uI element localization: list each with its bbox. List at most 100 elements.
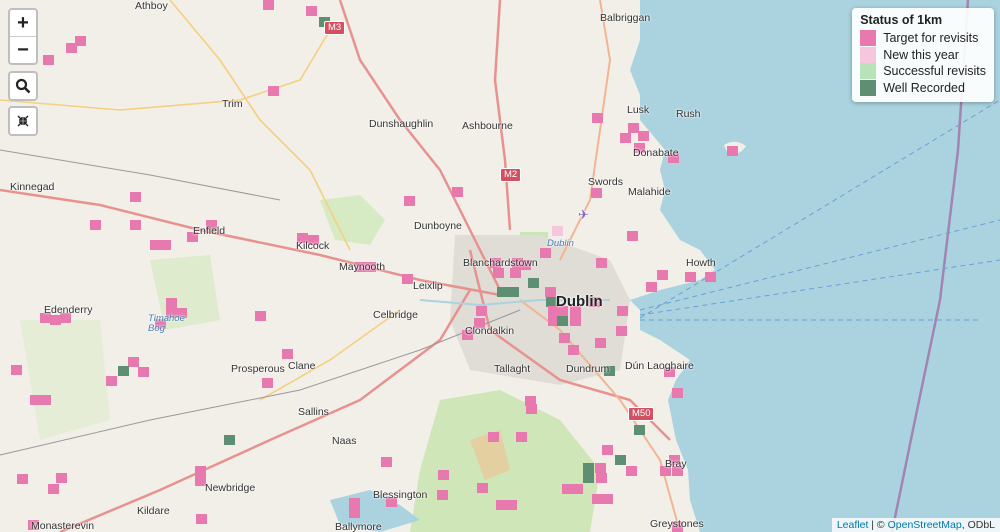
record-cell-target[interactable] <box>262 378 273 388</box>
record-cell-target[interactable] <box>381 457 392 467</box>
place-athboy: Athboy <box>135 0 168 12</box>
record-cell-target[interactable] <box>11 365 22 375</box>
record-cell-target[interactable] <box>626 466 637 476</box>
record-cell-well[interactable] <box>528 278 539 288</box>
record-cell-target[interactable] <box>106 376 117 386</box>
record-cell-target[interactable] <box>627 231 638 241</box>
record-cell-target[interactable] <box>592 113 603 123</box>
leaflet-link[interactable]: Leaflet <box>837 519 869 531</box>
record-cell-target[interactable] <box>562 484 573 494</box>
place-rush: Rush <box>676 108 701 120</box>
record-cell-target[interactable] <box>616 326 627 336</box>
record-cell-target[interactable] <box>488 432 499 442</box>
place-newbridge: Newbridge <box>205 482 256 494</box>
record-cell-target[interactable] <box>437 490 448 500</box>
record-cell-well[interactable] <box>508 287 519 297</box>
record-cell-target[interactable] <box>727 146 738 156</box>
reset-view-button[interactable] <box>10 108 36 134</box>
record-cell-target[interactable] <box>130 192 141 202</box>
record-cell-target[interactable] <box>66 43 77 53</box>
record-cell-well[interactable] <box>634 425 645 435</box>
record-cell-target[interactable] <box>526 404 537 414</box>
record-cell-target[interactable] <box>268 86 279 96</box>
record-cell-target[interactable] <box>48 484 59 494</box>
record-cell-target[interactable] <box>591 188 602 198</box>
record-cell-target[interactable] <box>476 306 487 316</box>
legend-swatch-well-recorded <box>860 79 877 96</box>
record-cell-well[interactable] <box>224 435 235 445</box>
record-cell-target[interactable] <box>493 268 504 278</box>
record-cell-target[interactable] <box>540 248 551 258</box>
place-monasterevin: Monasterevin <box>31 520 95 532</box>
record-cell-well[interactable] <box>615 455 626 465</box>
search-button[interactable] <box>10 73 36 99</box>
record-cell-target[interactable] <box>477 483 488 493</box>
place-tallaght: Tallaght <box>494 363 531 375</box>
record-cell-target[interactable] <box>195 466 206 476</box>
record-cell-well[interactable] <box>497 287 508 297</box>
record-cell-new[interactable] <box>552 226 563 236</box>
record-cell-target[interactable] <box>90 220 101 230</box>
record-cell-target[interactable] <box>160 240 171 250</box>
record-cell-well[interactable] <box>118 366 129 376</box>
record-cell-target[interactable] <box>568 345 579 355</box>
record-cell-target[interactable] <box>516 432 527 442</box>
place-blessington: Blessington <box>373 489 428 501</box>
record-cell-target[interactable] <box>657 270 668 280</box>
record-cell-target[interactable] <box>572 484 583 494</box>
record-cell-target[interactable] <box>404 196 415 206</box>
record-cell-target[interactable] <box>196 514 207 524</box>
record-cell-target[interactable] <box>559 333 570 343</box>
zoom-in-button[interactable]: + <box>10 10 36 36</box>
record-cell-target[interactable] <box>602 445 613 455</box>
record-cell-target[interactable] <box>43 55 54 65</box>
record-cell-target[interactable] <box>596 473 607 483</box>
record-cell-target[interactable] <box>438 470 449 480</box>
record-cell-target[interactable] <box>638 131 649 141</box>
legend-label: Target for revisits <box>883 31 979 46</box>
legend-item-successful: Successful revisits <box>860 63 986 80</box>
record-cell-target[interactable] <box>595 463 606 473</box>
place-trim: Trim <box>222 98 243 110</box>
record-cell-target[interactable] <box>282 349 293 359</box>
record-cell-well[interactable] <box>583 473 594 483</box>
osm-link[interactable]: OpenStreetMap <box>888 519 962 531</box>
record-cell-well[interactable] <box>557 316 568 326</box>
place-clane: Clane <box>288 360 316 372</box>
record-cell-target[interactable] <box>672 388 683 398</box>
search-icon <box>15 78 31 94</box>
record-cell-target[interactable] <box>617 306 628 316</box>
place-maynooth: Maynooth <box>339 261 386 273</box>
record-cell-target[interactable] <box>545 287 556 297</box>
record-cell-target[interactable] <box>138 367 149 377</box>
record-cell-target[interactable] <box>506 500 517 510</box>
record-cell-target[interactable] <box>646 282 657 292</box>
record-cell-target[interactable] <box>510 268 521 278</box>
place-sallins: Sallins <box>298 406 329 418</box>
record-cell-target[interactable] <box>128 357 139 367</box>
record-cell-target[interactable] <box>452 187 463 197</box>
record-cell-target[interactable] <box>17 474 28 484</box>
record-cell-target[interactable] <box>166 298 177 308</box>
record-cell-target[interactable] <box>263 0 274 10</box>
record-cell-target[interactable] <box>130 220 141 230</box>
record-cell-target[interactable] <box>306 6 317 16</box>
record-cell-target[interactable] <box>40 395 51 405</box>
record-cell-target[interactable] <box>349 498 360 508</box>
record-cell-target[interactable] <box>570 316 581 326</box>
record-cell-target[interactable] <box>705 272 716 282</box>
record-cell-target[interactable] <box>596 258 607 268</box>
map-canvas[interactable]: Athboy Trim Dunshaughlin Ashbourne Balbr… <box>0 0 1000 532</box>
record-cell-target[interactable] <box>685 272 696 282</box>
record-cell-target[interactable] <box>602 494 613 504</box>
zoom-out-button[interactable]: − <box>10 36 36 63</box>
record-cell-target[interactable] <box>56 473 67 483</box>
record-cell-well[interactable] <box>583 463 594 473</box>
legend-swatch-successful <box>860 63 877 80</box>
record-cell-target[interactable] <box>255 311 266 321</box>
record-cell-target[interactable] <box>349 508 360 518</box>
record-cell-target[interactable] <box>595 338 606 348</box>
record-cell-target[interactable] <box>402 274 413 284</box>
place-naas: Naas <box>332 435 357 447</box>
record-cell-target[interactable] <box>620 133 631 143</box>
